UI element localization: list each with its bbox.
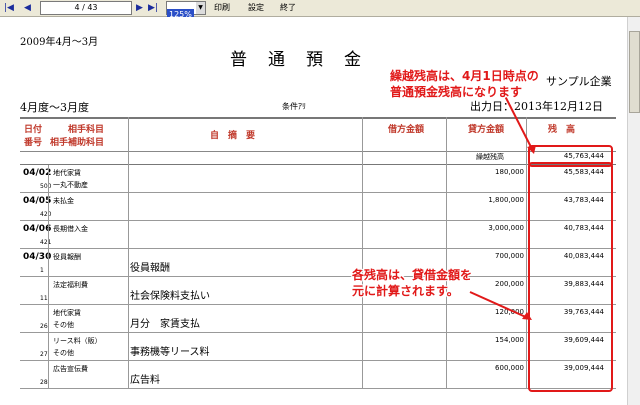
report-title: 普 通 預 金	[230, 50, 363, 70]
row-credit: 3,000,000	[488, 224, 524, 232]
column-divider	[48, 165, 49, 388]
row-credit: 180,000	[495, 168, 524, 176]
page-indicator[interactable]: 4 / 43	[40, 1, 132, 15]
col-number: 番号	[24, 138, 43, 148]
row-account: 地代家賃	[53, 169, 81, 177]
row-account: 広告宣伝費	[53, 365, 88, 373]
col-counter-sub: 相手補助科目	[50, 138, 105, 148]
carryover-callout-line1: 繰越残高は、4月1日時点の	[390, 69, 539, 83]
first-page-icon[interactable]: |◀	[4, 1, 14, 15]
row-description: 月分 家賃支払	[130, 319, 200, 330]
row-credit: 120,000	[495, 308, 524, 316]
row-credit: 1,800,000	[488, 196, 524, 204]
prev-page-icon[interactable]: ◀	[24, 1, 31, 15]
row-description: 事務機等リース料	[130, 347, 210, 358]
row-sub-account: その他	[53, 349, 74, 357]
row-description: 役員報酬	[130, 263, 170, 274]
condition-label: 条件ｱﾘ	[282, 102, 306, 111]
period-label: 2009年4月～3月	[20, 37, 99, 48]
balance-callout-line1: 各残高は、貸借金額を	[352, 268, 473, 282]
balance-callout-line2: 元に計算されます。	[352, 284, 459, 298]
row-description: 広告料	[130, 375, 160, 386]
range-label: 4月度～3月度	[20, 101, 89, 114]
row-account: 地代家賃	[53, 309, 81, 317]
chevron-down-icon[interactable]: ▼	[196, 2, 205, 14]
column-divider	[362, 117, 363, 388]
row-credit: 700,000	[495, 252, 524, 260]
row-account: 法定福利費	[53, 281, 88, 289]
settings-button[interactable]: 設定	[248, 2, 264, 14]
col-credit: 貸方金額	[468, 125, 505, 135]
vertical-scrollbar[interactable]	[627, 17, 640, 405]
row-account: リース料（販）	[53, 337, 102, 345]
close-button[interactable]: 終了	[280, 2, 296, 14]
row-sub-account: 一丸不動産	[53, 181, 88, 189]
output-date: 出力日：2013年12月12日	[470, 100, 603, 113]
scrollbar-thumb[interactable]	[629, 31, 640, 113]
last-page-icon[interactable]: ▶|	[148, 1, 158, 15]
row-account: 役員報酬	[53, 253, 81, 261]
row-account: 未払金	[53, 197, 74, 205]
row-credit: 600,000	[495, 364, 524, 372]
col-balance: 残 高	[548, 125, 576, 135]
print-button[interactable]: 印刷	[214, 2, 230, 14]
balance-highlight-box	[528, 162, 613, 392]
next-page-icon[interactable]: ▶	[136, 1, 143, 15]
col-counter-account: 相手科目	[68, 125, 105, 135]
zoom-select[interactable]: 125% ▼	[166, 1, 206, 21]
row-sub-account: その他	[53, 321, 74, 329]
company-name: サンプル企業	[546, 75, 612, 88]
column-divider	[128, 117, 129, 388]
column-divider	[526, 117, 527, 388]
row-credit: 154,000	[495, 336, 524, 344]
col-debit: 借方金額	[388, 125, 425, 135]
row-description: 社会保険料支払い	[130, 291, 210, 302]
carryover-label: 繰越残高	[476, 153, 504, 161]
col-description: 自 摘 要	[210, 131, 256, 141]
col-date: 日付	[24, 125, 43, 135]
row-account: 長期借入金	[53, 225, 88, 233]
carryover-callout-line2: 普通預金残高になります	[390, 85, 523, 99]
column-divider	[446, 117, 447, 388]
toolbar: |◀ ◀ 4 / 43 ▶ ▶| 125% ▼ 印刷 設定 終了	[0, 0, 640, 21]
